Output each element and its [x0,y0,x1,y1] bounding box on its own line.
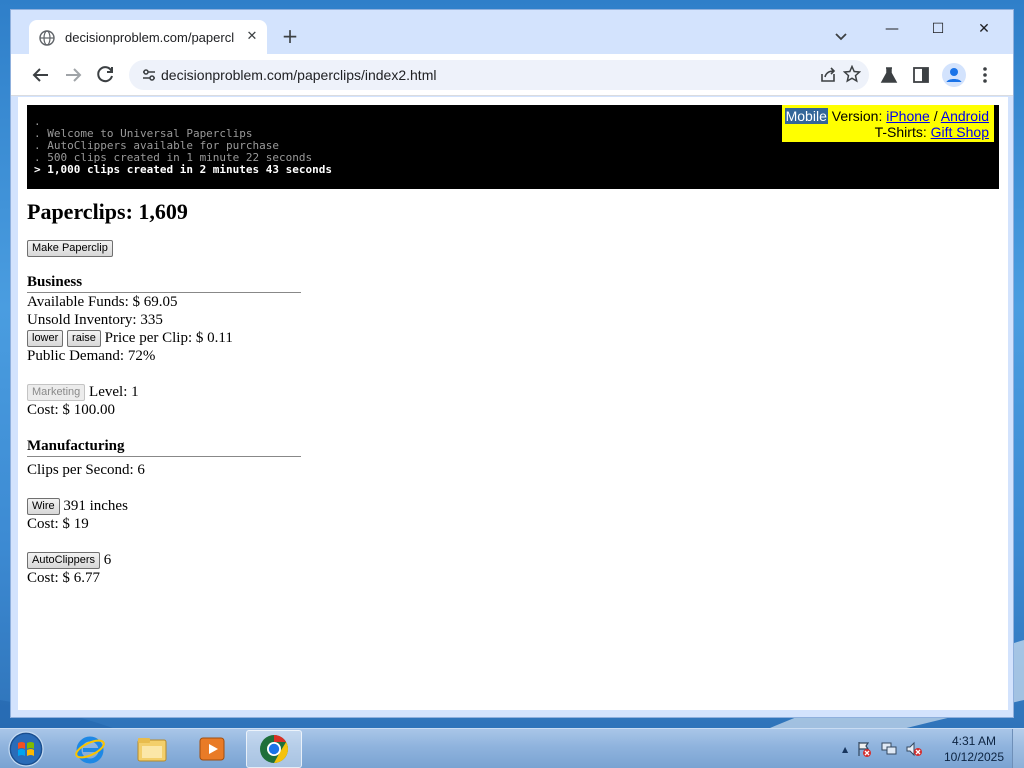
cps-value: 6 [137,462,145,478]
taskbar-chrome[interactable] [246,730,302,768]
start-orb-icon[interactable] [4,730,48,768]
clock-time: 4:31 AM [951,734,997,748]
labs-flask-icon[interactable] [879,65,899,85]
gift-shop-link[interactable]: Gift Shop [931,124,989,140]
back-icon [32,68,48,82]
clips-counter: Paperclips: 1,609 [27,197,627,227]
game-panel: Paperclips: 1,609 Make Paperclip Busines… [27,197,627,587]
public-demand: Public Demand: 72% [27,348,156,364]
forward-button[interactable] [61,63,85,87]
wire-row: Wire 391 inches [27,497,627,516]
wire-cost-value: 19 [73,516,89,532]
page-viewport: . . Welcome to Universal Paperclips . Au… [18,97,1008,710]
reload-button[interactable] [93,63,117,87]
mobile-label: Mobile [784,108,828,124]
autoclippers-value: 6 [99,552,112,568]
internet-explorer-icon [75,736,105,764]
menu-dots-icon[interactable] [975,65,995,85]
funds-value: 69.05 [143,294,178,310]
forward-icon [66,68,82,82]
promo-tshirt-line: T-Shirts: Gift Shop [782,124,989,140]
window-minimize-button[interactable]: — [869,14,915,44]
media-player-icon [199,737,225,761]
console-current-line: > 1,000 clips created in 2 minutes 43 se… [34,163,333,176]
marketing-cost-value: 100.00 [73,402,115,418]
tray-expand-arrow[interactable]: ▲ [842,745,848,754]
tshirts-label: T-Shirts: [874,124,931,140]
autoclippers-cost-value: 6.77 [73,570,100,586]
taskbar-media-player[interactable] [184,730,240,768]
promo-separator: / [929,108,941,124]
globe-icon [39,29,55,46]
marketing-cost: Cost: $ 100.00 [27,402,115,418]
raise-price-button[interactable]: raise [67,330,101,348]
taskbar: ▲ 4:31 AM 10/12/2025 [0,728,1024,768]
manufacturing-heading: Manufacturing [27,437,301,457]
marketing-level-value: 1 [131,384,139,400]
address-bar[interactable]: decisionproblem.com/paperclips/index2.ht… [129,60,869,90]
promo-box: Mobile Version: iPhone / Android T-Shirt… [782,105,994,142]
marketing-row: Marketing Level: 1 [27,383,627,402]
system-tray: ▲ [842,737,923,761]
window-maximize-button[interactable]: ☐ [915,14,961,44]
clips-label: Paperclips: [27,199,139,224]
browser-window: decisionproblem.com/paperclips/index2.ht… [10,9,1014,718]
android-link[interactable]: Android [941,108,989,124]
make-paperclip-button[interactable]: Make Paperclip [27,239,113,257]
tab-title: decisionproblem.com/paperclips/index2.ht… [65,30,235,45]
console-readout: . . Welcome to Universal Paperclips . Au… [27,105,999,189]
active-tab[interactable]: decisionproblem.com/paperclips/index2.ht… [29,20,267,55]
price-row: lower raise Price per Clip: $ 0.11 [27,329,627,348]
clock-date: 10/12/2025 [943,750,1005,764]
autoclippers-button[interactable]: AutoClippers [27,552,100,570]
profile-icon[interactable] [942,63,966,87]
version-label: Version: [827,108,887,124]
wire-cost: Cost: $ 19 [27,516,89,532]
back-button[interactable] [29,63,53,87]
share-icon[interactable] [819,66,837,84]
autoclippers-cost: Cost: $ 6.77 [27,570,100,586]
price-value: 0.11 [207,330,233,346]
promo-mobile-line: Mobile Version: iPhone / Android [782,108,989,124]
tab-strip: decisionproblem.com/paperclips/index2.ht… [11,10,1013,55]
chrome-icon [260,735,288,763]
tab-close-icon[interactable]: ✕ [243,28,261,46]
browser-toolbar: decisionproblem.com/paperclips/index2.ht… [11,54,1013,96]
tab-search-icon[interactable] [831,26,851,46]
unsold-inventory: Unsold Inventory: 335 [27,312,163,328]
lower-price-button[interactable]: lower [27,330,64,348]
show-desktop-button[interactable] [1012,729,1024,768]
window-close-button[interactable]: ✕ [961,14,1007,44]
demand-value: 72 [127,348,143,364]
marketing-button[interactable]: Marketing [27,384,86,402]
action-center-flag-icon[interactable] [855,740,873,758]
side-panel-icon[interactable] [911,65,931,85]
network-icon[interactable] [880,740,898,758]
site-settings-icon[interactable] [141,67,157,83]
volume-muted-icon[interactable] [905,740,923,758]
iphone-link[interactable]: iPhone [886,108,930,124]
taskbar-file-explorer[interactable] [124,730,180,768]
bookmark-star-icon[interactable] [843,65,861,83]
wire-value: 391 inches [59,498,128,514]
folder-icon [137,738,167,762]
taskbar-internet-explorer[interactable] [62,730,118,768]
inventory-value: 335 [140,312,163,328]
autoclippers-row: AutoClippers 6 [27,551,627,570]
reload-icon [97,66,113,83]
url-text[interactable]: decisionproblem.com/paperclips/index2.ht… [161,60,436,90]
clips-per-second: Clips per Second: 6 [27,462,145,478]
available-funds: Available Funds: $ 69.05 [27,294,178,310]
taskbar-clock[interactable]: 4:31 AM 10/12/2025 [938,733,1010,765]
new-tab-button[interactable]: + [277,24,303,50]
buy-wire-button[interactable]: Wire [27,498,60,516]
clips-value: 1,609 [138,199,188,224]
business-heading: Business [27,273,301,293]
